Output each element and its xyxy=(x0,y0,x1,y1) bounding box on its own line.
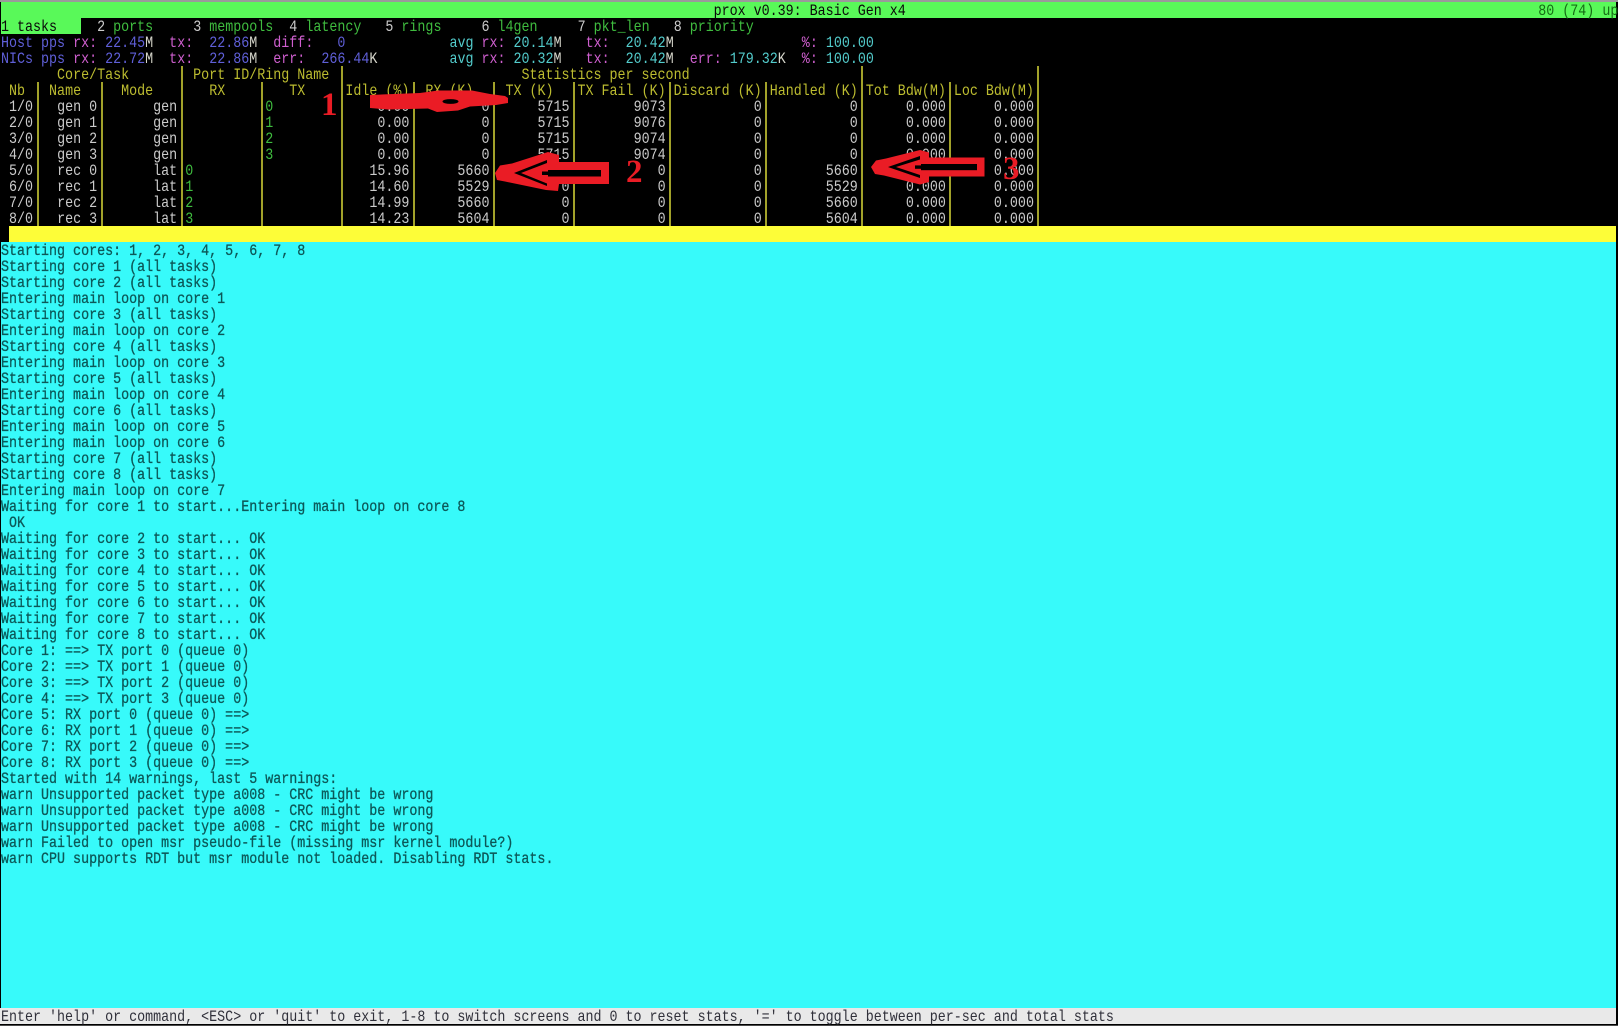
svg-text:3: 3 xyxy=(1003,151,1020,187)
svg-text:1: 1 xyxy=(321,87,338,123)
svg-text:2: 2 xyxy=(626,154,643,190)
